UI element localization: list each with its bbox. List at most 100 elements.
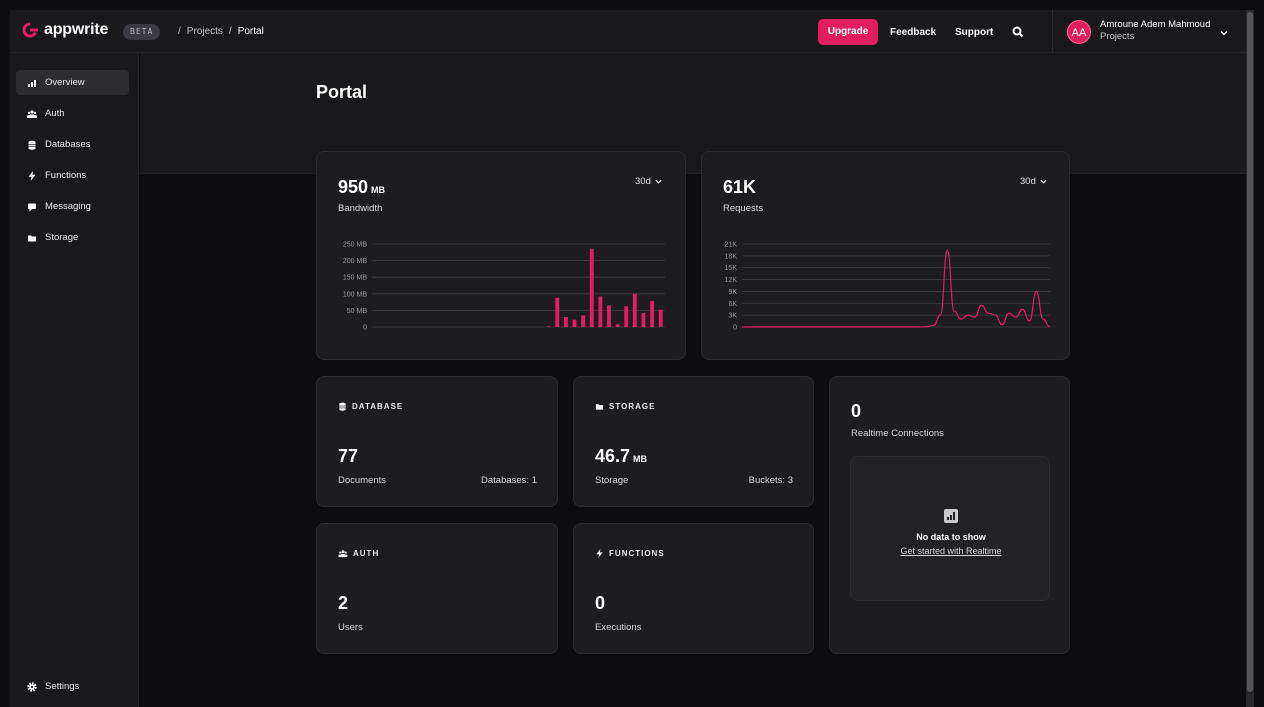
sidebar-item-label: Storage [45, 232, 79, 243]
documents-count: 77 [338, 446, 359, 466]
y-tick-label: 100 MB [343, 291, 367, 298]
database-card[interactable]: DATABASE 77 Documents Databases: 1 [316, 376, 558, 507]
storage-heading: STORAGE [595, 402, 655, 411]
requests-chart: 0 3K 6K 9K 12K 15K 18K 21K [725, 242, 1051, 332]
storage-value: 46.7 MB [595, 446, 647, 467]
bar [581, 315, 586, 327]
requests-label: Requests [723, 203, 764, 214]
chevron-down-icon[interactable] [1220, 29, 1228, 37]
storage-number: 46.7 [595, 446, 631, 466]
bar [555, 297, 560, 327]
bandwidth-value: 950 MB [338, 177, 385, 198]
auth-card[interactable]: AUTH 2 Users [316, 523, 558, 654]
chart-icon [944, 509, 958, 523]
requests-range-value: 30d [1020, 176, 1036, 187]
sidebar-item-label: Settings [45, 681, 80, 692]
upgrade-button[interactable]: Upgrade [818, 19, 878, 45]
brand-name: appwrite [44, 21, 109, 38]
chevron-down-icon [1040, 179, 1047, 184]
folder-icon [595, 404, 604, 410]
breadcrumb-separator: / [178, 26, 181, 37]
sidebar-item-label: Databases [45, 139, 91, 150]
requests-range-select[interactable]: 30d [1020, 176, 1047, 187]
chevron-down-icon [655, 179, 662, 184]
bandwidth-unit: MB [371, 185, 386, 195]
y-tick-label: 50 MB [347, 308, 368, 315]
support-button[interactable]: Support [955, 27, 993, 38]
bar [658, 309, 663, 327]
bar [598, 296, 603, 327]
users-label: Users [338, 622, 363, 633]
functions-heading: FUNCTIONS [595, 549, 665, 558]
avatar[interactable]: AA [1067, 20, 1091, 44]
bar [650, 301, 655, 327]
divider [1052, 10, 1053, 53]
sidebar-item-auth[interactable]: Auth [16, 101, 129, 126]
bandwidth-card: 950 MB Bandwidth 30d 0 50 MB 100 MB 150 MB 20… [316, 151, 686, 360]
y-tick-label: 6K [728, 301, 737, 308]
users-count: 2 [338, 593, 349, 613]
bandwidth-range-select[interactable]: 30d [635, 176, 662, 187]
search-icon[interactable] [1011, 25, 1025, 39]
y-tick-label: 200 MB [343, 258, 367, 265]
user-name[interactable]: Amroune Adem Mahmoud [1100, 19, 1210, 30]
feedback-button[interactable]: Feedback [890, 27, 936, 38]
page-header [140, 53, 1246, 174]
sidebar-item-overview[interactable]: Overview [16, 70, 129, 95]
breadcrumb-portal[interactable]: Portal [238, 26, 264, 37]
bandwidth-number: 950 [338, 177, 369, 197]
auth-heading-label: AUTH [353, 549, 380, 558]
realtime-count: 0 [851, 401, 862, 421]
scrollbar-thumb[interactable] [1247, 12, 1253, 692]
bar [641, 313, 646, 327]
folder-icon [28, 235, 36, 241]
user-organization: Projects [1100, 31, 1135, 42]
y-tick-label: 3K [728, 313, 737, 320]
bar [632, 293, 637, 327]
buckets-count: Buckets: 3 [748, 475, 793, 486]
y-tick-label: 15K [725, 265, 738, 272]
y-tick-label: 0 [363, 325, 367, 332]
y-tick-label: 0 [733, 325, 737, 332]
bar [624, 306, 629, 327]
lightning-icon [28, 170, 36, 181]
breadcrumb-separator: / [228, 26, 232, 37]
executions-count: 0 [595, 593, 606, 613]
sidebar-item-functions[interactable]: Functions [16, 163, 129, 188]
realtime-label: Realtime Connections [851, 428, 944, 439]
appwrite-logo[interactable]: appwrite [22, 21, 108, 39]
bar [546, 326, 551, 327]
bandwidth-label: Bandwidth [338, 203, 383, 214]
sidebar-item-databases[interactable]: Databases [16, 132, 129, 157]
y-tick-label: 12K [725, 277, 738, 284]
message-icon [28, 203, 36, 211]
storage-card[interactable]: STORAGE 46.7 MB Storage Buckets: 3 [573, 376, 814, 507]
database-heading-label: DATABASE [352, 402, 404, 411]
sidebar-item-storage[interactable]: Storage [16, 225, 129, 250]
sidebar-item-settings[interactable]: Settings [16, 674, 129, 699]
databases-count: Databases: 1 [481, 475, 537, 486]
requests-card: 61K Requests 30d 0 3K 6K 9K 12K 15K 18K 21K [701, 151, 1070, 360]
database-heading: DATABASE [338, 402, 403, 411]
top-bar: appwrite BETA / Projects / Portal Upgrad… [10, 10, 1246, 53]
y-tick-label: 9K [728, 289, 737, 296]
bar [589, 248, 594, 327]
y-tick-label: 21K [725, 242, 738, 249]
functions-heading-label: FUNCTIONS [609, 549, 665, 558]
users-icon [27, 109, 37, 118]
functions-card[interactable]: FUNCTIONS 0 Executions [573, 523, 814, 654]
appwrite-logo-icon [22, 22, 38, 38]
realtime-empty-state: No data to show Get started with Realtim… [850, 456, 1050, 601]
sidebar-item-messaging[interactable]: Messaging [16, 194, 129, 219]
auth-heading: AUTH [338, 549, 379, 558]
sidebar-item-label: Functions [45, 170, 87, 181]
storage-label: Storage [595, 475, 629, 486]
storage-heading-label: STORAGE [609, 402, 656, 411]
bandwidth-chart: 0 50 MB 100 MB 150 MB 200 MB 250 MB [343, 242, 665, 332]
storage-unit: MB [633, 454, 648, 464]
breadcrumb-projects[interactable]: Projects [187, 26, 223, 37]
users-icon [338, 550, 348, 558]
get-started-realtime-link[interactable]: Get started with Realtime [851, 546, 1051, 556]
y-tick-label: 250 MB [343, 242, 367, 249]
breadcrumb: / Projects / Portal [178, 26, 264, 37]
